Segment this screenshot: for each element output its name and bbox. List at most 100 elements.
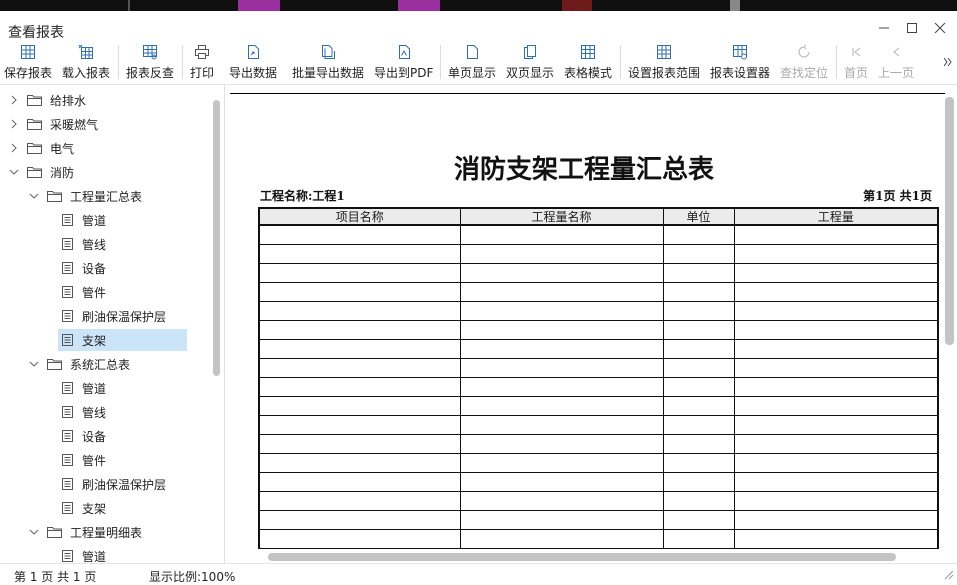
table-cell <box>258 319 461 340</box>
table-cell <box>733 528 939 549</box>
load-report-button[interactable]: 载入报表 <box>62 41 110 81</box>
tree-folder-item[interactable]: 系统汇总表 <box>28 353 130 375</box>
table-cell <box>733 452 939 473</box>
minimize-button[interactable] <box>872 17 896 39</box>
table-mode-button[interactable]: 表格模式 <box>564 41 612 81</box>
tree-report-item[interactable]: 管件 <box>48 281 106 303</box>
table-cell <box>733 433 939 454</box>
maximize-button[interactable] <box>900 17 924 39</box>
table-cell <box>258 414 461 435</box>
tree-report-item[interactable]: 管件 <box>48 449 106 471</box>
chevron-down-icon[interactable] <box>8 166 20 178</box>
tree-report-item[interactable]: 设备 <box>48 257 106 279</box>
table-cell <box>459 395 664 416</box>
toolbar-label: 报表反查 <box>126 66 175 80</box>
table-cell <box>733 243 939 264</box>
table-cell <box>459 338 664 359</box>
table-row <box>258 376 939 397</box>
toolbar-label: 上一页 <box>878 66 915 80</box>
save-report-button[interactable]: 保存报表 <box>4 41 52 81</box>
tree-report-item[interactable]: 支架 <box>58 329 187 351</box>
chevron-right-icon[interactable] <box>8 118 20 130</box>
tree-report-item[interactable]: 管线 <box>48 233 106 255</box>
tree-item-label: 设备 <box>82 261 107 276</box>
tree-scrollbar[interactable] <box>213 100 220 376</box>
page-info: 第1页 共1页 <box>863 189 932 203</box>
table-cell <box>733 490 939 511</box>
strip-marker <box>562 0 592 11</box>
table-cell <box>258 243 461 264</box>
toolbar-label: 打印 <box>190 66 215 80</box>
page-status: 第 1 页 共 1 页 <box>14 570 97 584</box>
double-chevron-right-icon <box>943 57 952 67</box>
tree-item-label: 管道 <box>82 213 107 228</box>
report-table: 项目名称 工程量名称 单位 工程量 <box>258 207 939 549</box>
tree-folder-item[interactable]: 工程量明细表 <box>28 521 142 543</box>
export-pdf-button[interactable]: 导出到PDF <box>374 41 433 81</box>
tree-folder-item[interactable]: 工程量汇总表 <box>28 185 142 207</box>
tree-folder-item[interactable]: 采暖燃气 <box>8 113 98 135</box>
table-row <box>258 433 939 454</box>
tree-item-label: 设备 <box>82 429 107 444</box>
reverse-lookup-button[interactable]: 报表反查 <box>126 41 174 81</box>
table-mode-icon <box>579 43 597 61</box>
table-cell <box>258 338 461 359</box>
close-button[interactable] <box>928 17 952 39</box>
chevron-right-icon[interactable] <box>8 142 20 154</box>
zoom-status: 显示比例:100% <box>149 568 235 585</box>
toolbar-separator <box>440 45 441 79</box>
table-cell <box>733 262 939 283</box>
single-page-button[interactable]: 单页显示 <box>448 41 496 81</box>
table-cell <box>258 357 461 378</box>
table-cell <box>258 433 461 454</box>
export-data-button[interactable]: 导出数据 <box>229 41 277 81</box>
tree-report-item[interactable]: 管道 <box>48 209 106 231</box>
column-header: 工程量名称 <box>459 207 664 226</box>
batch-export-icon <box>319 43 337 61</box>
tree-report-item[interactable]: 管道 <box>48 377 106 399</box>
table-cell <box>459 452 664 473</box>
prev-page-button[interactable]: 上一页 <box>878 41 914 81</box>
chevron-down-icon[interactable] <box>28 526 40 538</box>
chevron-down-icon[interactable] <box>28 190 40 202</box>
tree-report-item[interactable]: 刷油保温保护层 <box>48 473 166 495</box>
tree-item-label: 电气 <box>50 141 75 156</box>
zoom-value: 100% <box>201 570 236 584</box>
table-row <box>258 490 939 511</box>
print-button[interactable]: 打印 <box>190 41 214 81</box>
table-cell <box>459 281 664 302</box>
batch-export-button[interactable]: 批量导出数据 <box>292 41 364 81</box>
tree-report-item[interactable]: 管道 <box>48 545 106 563</box>
tree-report-item[interactable]: 支架 <box>48 497 106 519</box>
report-settings-button[interactable]: 报表设置器 <box>710 41 770 81</box>
toolbar-separator <box>620 45 621 79</box>
report-range-button[interactable]: 设置报表范围 <box>628 41 700 81</box>
preview-horizontal-scrollbar[interactable] <box>268 553 896 561</box>
first-page-button[interactable]: 首页 <box>844 41 868 81</box>
report-title: 消防支架工程量汇总表 <box>453 155 714 185</box>
tree-item-label: 管线 <box>82 405 107 420</box>
single-page-icon <box>463 43 481 61</box>
resize-grip-icon[interactable] <box>944 570 954 580</box>
prev-page-icon <box>887 43 905 61</box>
tree-report-item[interactable]: 管线 <box>48 401 106 423</box>
table-cell <box>662 338 735 359</box>
toolbar-overflow-button[interactable] <box>943 56 952 70</box>
tree-folder-item[interactable]: 给排水 <box>8 89 86 111</box>
double-page-button[interactable]: 双页显示 <box>506 41 554 81</box>
tree-report-item[interactable]: 设备 <box>48 425 106 447</box>
chevron-right-icon[interactable] <box>8 94 20 106</box>
tree-folder-item[interactable]: 消防 <box>8 161 74 183</box>
find-locate-button[interactable]: 查找定位 <box>780 41 828 81</box>
tree-folder-item[interactable]: 电气 <box>8 137 74 159</box>
table-cell <box>733 319 939 340</box>
table-row <box>258 281 939 302</box>
folder-icon <box>26 140 44 156</box>
table-cell <box>258 509 461 530</box>
preview-vertical-scrollbar[interactable] <box>945 97 954 345</box>
toolbar-label: 设置报表范围 <box>628 66 701 80</box>
table-cell <box>459 243 664 264</box>
tree-report-item[interactable]: 刷油保温保护层 <box>48 305 166 327</box>
table-row <box>258 414 939 435</box>
chevron-down-icon[interactable] <box>28 358 40 370</box>
